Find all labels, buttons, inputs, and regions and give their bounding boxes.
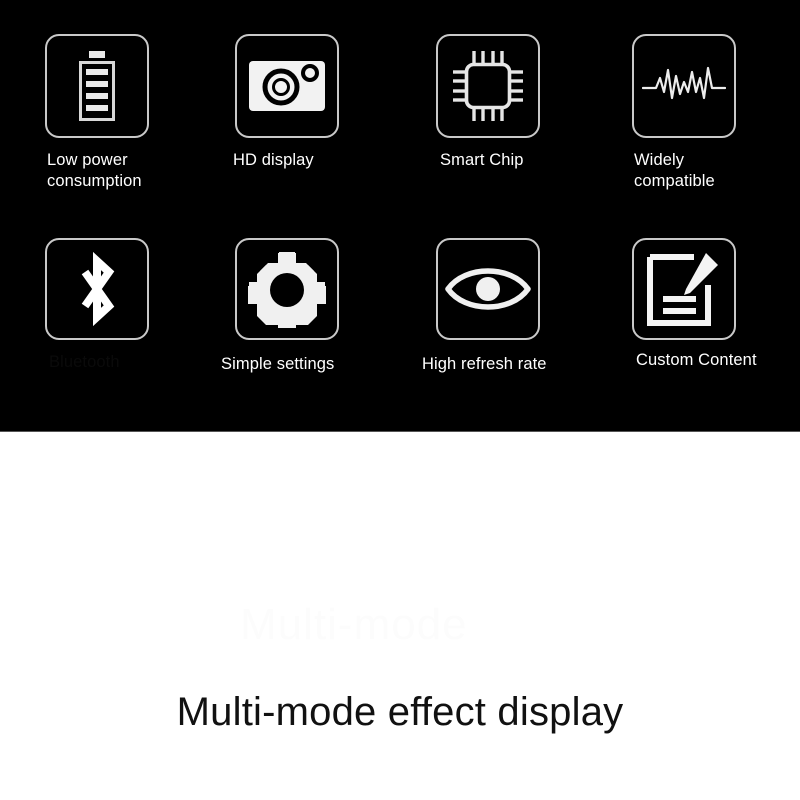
hero-section: Multi-mode Multi-mode effect display	[0, 432, 800, 800]
feature-item-widely-compatible[interactable]: Widely compatible	[588, 34, 788, 192]
feature-label: Simple settings	[221, 355, 335, 373]
chip-icon	[451, 49, 525, 123]
bluetooth-icon	[71, 251, 123, 327]
gear-icon	[248, 250, 326, 328]
feature-icon-tile	[235, 34, 339, 138]
feature-item-simple-settings[interactable]: Simple settings	[193, 238, 393, 375]
feature-item-smart-chip[interactable]: Smart Chip	[392, 34, 592, 171]
feature-icon-tile	[436, 238, 540, 340]
feature-icon-tile	[632, 238, 736, 340]
eye-icon	[445, 263, 531, 315]
feature-grid: Low power consumption HD display Smart C…	[0, 0, 800, 432]
feature-label: Smart Chip	[440, 151, 524, 169]
battery-icon	[67, 49, 127, 123]
feature-label: Bluetooth	[49, 353, 120, 371]
product-feature-graphic: Low power consumption HD display Smart C…	[0, 0, 800, 800]
feature-icon-tile	[436, 34, 540, 138]
feature-item-custom-content[interactable]: Custom Content	[588, 238, 788, 371]
feature-item-hd-display[interactable]: HD display	[193, 34, 393, 171]
feature-item-bluetooth[interactable]: Bluetooth	[5, 238, 205, 373]
feature-icon-tile	[45, 238, 149, 340]
feature-icon-tile	[235, 238, 339, 340]
feature-panel: Low power consumption HD display Smart C…	[0, 0, 800, 432]
hero-title: Multi-mode effect display	[176, 690, 624, 734]
feature-item-high-refresh-rate[interactable]: High refresh rate	[392, 238, 592, 375]
document-edit-icon	[646, 251, 722, 327]
feature-item-low-power[interactable]: Low power consumption	[5, 34, 205, 192]
feature-label: High refresh rate	[422, 355, 547, 373]
feature-icon-tile	[45, 34, 149, 138]
camera-icon	[248, 57, 326, 115]
waveform-icon	[642, 58, 726, 114]
hero-ghost-text: Multi-mode	[240, 600, 468, 649]
feature-label: Low power consumption	[47, 151, 142, 190]
feature-icon-tile	[632, 34, 736, 138]
feature-label: Widely compatible	[634, 151, 715, 190]
feature-label: Custom Content	[636, 351, 757, 369]
feature-label: HD display	[233, 151, 314, 169]
